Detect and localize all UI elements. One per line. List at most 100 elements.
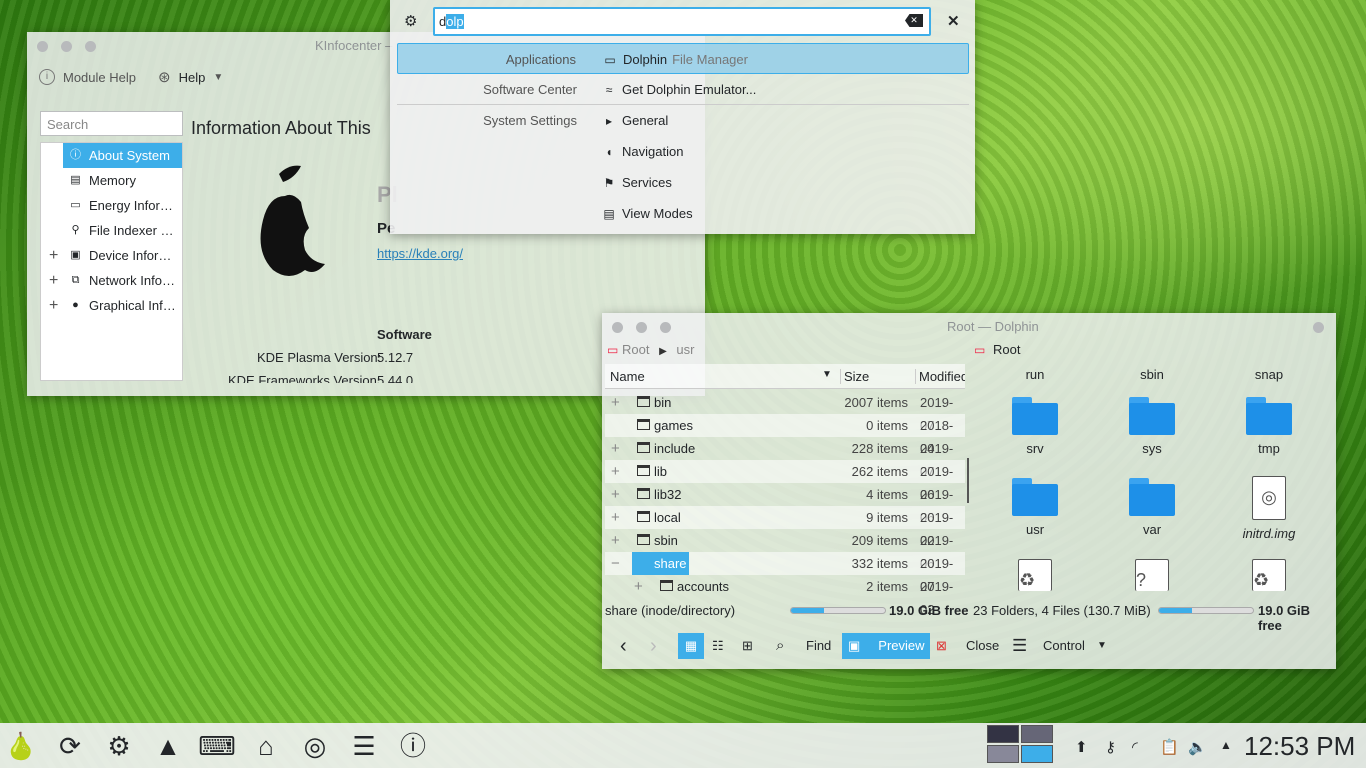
sort-chevron-icon[interactable]: ▼	[822, 369, 832, 380]
table-row[interactable]: + local 9 items 2019-02	[605, 506, 965, 548]
minimize-button[interactable]	[61, 41, 72, 52]
icons-view-icon[interactable]: ▦	[678, 633, 704, 659]
maximize-button[interactable]	[85, 41, 96, 52]
table-row[interactable]: +lib324 items2019-06	[605, 483, 965, 525]
wifi-icon[interactable]: ◜	[1132, 738, 1138, 756]
result-row[interactable]: System Settings ▸ General	[397, 105, 969, 136]
breadcrumb-root[interactable]: Root	[993, 342, 1020, 357]
expand-icon[interactable]: +	[49, 293, 58, 318]
back-icon[interactable]: ‹	[620, 632, 627, 660]
update-icon[interactable]: ⬆	[1075, 738, 1088, 756]
expand-icon[interactable]: +	[611, 529, 620, 552]
close-icon[interactable]: ✕	[947, 12, 960, 30]
result-row[interactable]: Software Center ≈ Get Dolphin Emulator...	[397, 74, 969, 105]
column-name[interactable]: Name	[610, 369, 645, 384]
table-row[interactable]: + accounts 2 items 2019-02	[605, 575, 965, 617]
window-menu-button[interactable]	[37, 41, 48, 52]
clock[interactable]: 12:53 PM	[1244, 731, 1355, 762]
dolphin-titlebar[interactable]: Root — Dolphin	[602, 313, 1336, 341]
module-item[interactable]: + ⧉ Network Info…	[41, 268, 182, 293]
table-row[interactable]: games 0 items 2018-04	[605, 414, 965, 456]
expand-icon[interactable]: +	[611, 460, 620, 483]
preview-button[interactable]: ▣ Preview	[842, 633, 930, 659]
home-folder-icon[interactable]: ⌂	[247, 727, 285, 765]
table-row[interactable]: + lib 262 items 2019-06	[605, 460, 965, 502]
breadcrumb[interactable]: ▭ Root	[974, 342, 1020, 358]
module-item[interactable]: + ▣ Device Infor…	[41, 243, 182, 268]
clipboard-icon[interactable]: 📋	[1160, 738, 1179, 756]
kde-link[interactable]: https://kde.org/	[377, 246, 463, 261]
search-icon[interactable]: ⌕	[776, 632, 784, 660]
search-input[interactable]: Search	[40, 111, 183, 136]
details-view-icon[interactable]: ⊞	[742, 632, 753, 660]
expand-icon[interactable]: +	[611, 506, 620, 529]
grid-item[interactable]: srv	[985, 395, 1085, 456]
expand-icon[interactable]: +	[611, 483, 620, 506]
table-row[interactable]: +include228 items2019-07	[605, 437, 965, 479]
breadcrumb-root[interactable]: Root	[622, 342, 649, 357]
table-row[interactable]: +bin2007 items2019-07	[605, 391, 965, 433]
expand-icon[interactable]: +	[634, 575, 643, 598]
result-row[interactable]: Applications ▭ Dolphin File Manager	[397, 43, 969, 74]
grid-item[interactable]: var	[1102, 476, 1202, 537]
settings-toggle-icon[interactable]: ⚙	[100, 727, 138, 765]
left-free-space-bar[interactable]	[790, 607, 886, 614]
result-row[interactable]: ◖ Navigation	[397, 136, 969, 167]
forward-icon[interactable]: ›	[650, 632, 657, 660]
help-menu-button[interactable]: Help	[179, 70, 206, 85]
grid-item-label[interactable]: snap	[1219, 367, 1319, 382]
grid-item[interactable]: tmp	[1219, 395, 1319, 456]
search-input[interactable]: dolp ✕	[433, 7, 931, 36]
expand-icon[interactable]: +	[611, 437, 620, 460]
expand-icon[interactable]: +	[49, 268, 58, 293]
module-item[interactable]: ▭ Energy Infor…	[41, 193, 182, 218]
module-item[interactable]: ⚲ File Indexer …	[41, 218, 182, 243]
compact-view-icon[interactable]: ☷	[712, 632, 724, 660]
module-item[interactable]: ⓘ About System	[63, 143, 182, 168]
text-editor-icon[interactable]: ☰	[345, 727, 383, 765]
tray-expand-icon[interactable]: ▲	[1220, 738, 1232, 752]
hamburger-icon[interactable]: ☰	[1012, 632, 1027, 660]
chevron-down-icon[interactable]: ▼	[1097, 632, 1107, 660]
module-item[interactable]: ▤ Memory	[41, 168, 182, 193]
unknown-file-icon[interactable]: ?	[1135, 559, 1169, 591]
maximize-button[interactable]	[660, 322, 671, 333]
column-size[interactable]: Size	[840, 369, 869, 384]
kinfocenter-icon[interactable]: ⓘ	[394, 727, 432, 765]
expand-icon[interactable]: +	[611, 391, 620, 414]
find-button[interactable]: Find	[806, 632, 831, 660]
breadcrumb-usr[interactable]: usr	[676, 342, 694, 357]
configure-icon[interactable]: ⚙	[404, 12, 417, 30]
module-help-button[interactable]: Module Help	[63, 70, 136, 85]
control-menu-button[interactable]: Control	[1043, 632, 1085, 660]
usb-icon[interactable]: ⚷	[1105, 738, 1116, 756]
result-row[interactable]: ▤ View Modes	[397, 198, 969, 229]
volume-icon[interactable]: 🔈	[1188, 738, 1207, 756]
table-row[interactable]: +sbin209 items2019-06	[605, 529, 965, 571]
close-button[interactable]: Close	[966, 632, 999, 660]
breadcrumb[interactable]: ▭ Root ▶ usr	[607, 342, 727, 358]
window-menu-button[interactable]	[612, 322, 623, 333]
expand-icon[interactable]: +	[49, 243, 58, 268]
column-modified[interactable]: Modified	[915, 369, 965, 384]
minimize-button[interactable]	[636, 322, 647, 333]
recycle-file-icon[interactable]: ♻	[1252, 559, 1286, 591]
table-row[interactable]: − share 332 items 2019-07	[605, 552, 965, 594]
grid-item[interactable]: ◎ initrd.img	[1219, 476, 1319, 541]
result-row[interactable]: ⚑ Services	[397, 167, 969, 198]
lifebuoy-icon[interactable]: ⊛	[158, 68, 171, 86]
scrollbar[interactable]	[967, 458, 969, 503]
close-split-icon[interactable]: ⊠	[936, 632, 947, 660]
info-icon[interactable]: i	[39, 69, 55, 85]
expand-icon[interactable]: −	[611, 552, 620, 575]
app-launcher-icon[interactable]: 🍐	[2, 727, 40, 765]
close-button[interactable]	[1313, 322, 1324, 333]
vlc-icon[interactable]: ▲	[149, 727, 187, 765]
virtual-desktop-pager[interactable]	[987, 725, 1055, 765]
grid-item[interactable]: usr	[985, 476, 1085, 537]
grid-item-label[interactable]: run	[985, 367, 1085, 382]
disc-icon[interactable]: ◎	[296, 727, 334, 765]
module-item[interactable]: + ● Graphical Inf…	[41, 293, 182, 318]
terminal-icon[interactable]: ⌨	[198, 727, 236, 765]
right-free-space-bar[interactable]	[1158, 607, 1254, 614]
